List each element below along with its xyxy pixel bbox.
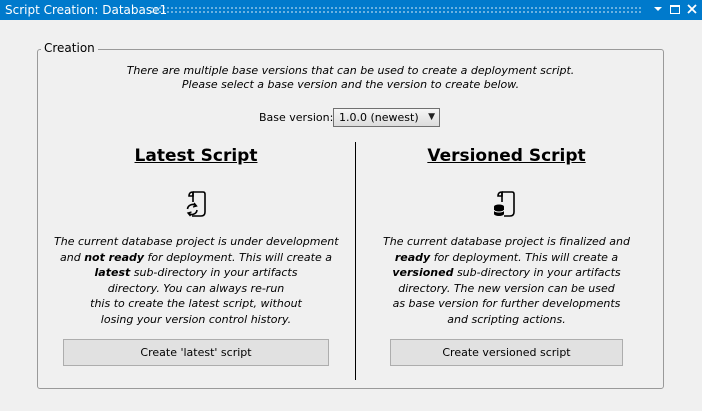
script-database-icon [492,189,518,219]
close-icon[interactable] [685,2,699,16]
latest-desc-line: and not ready for deployment. This will … [60,250,332,264]
dropdown-arrow-icon[interactable] [651,2,665,16]
versioned-script-heading: Versioned Script [427,146,586,166]
title-bar-grip [150,6,642,14]
latest-desc-line: The current database project is under de… [54,235,339,248]
latest-desc-line: this to create the latest script, withou… [90,297,302,310]
script-refresh-icon [183,189,209,219]
latest-desc-line: losing your version control history. [100,312,292,326]
chevron-down-icon: ▼ [428,112,435,122]
versioned-desc-line: and scripting actions. [447,312,566,326]
intro-line-2: Please select a base version and the ver… [181,78,520,91]
versioned-desc-line: versioned sub-directory in your artifact… [392,266,621,279]
base-version-label: Base version: [259,111,334,124]
versioned-desc-line: as base version for further developments [392,297,621,310]
maximize-icon[interactable] [668,2,682,16]
base-version-value: 1.0.0 (newest) [339,111,419,124]
latest-script-heading: Latest Script [134,146,258,166]
versioned-desc-line: directory. The new version can be used [398,281,615,295]
column-divider [355,142,356,380]
latest-desc-line: latest sub-directory in your artifacts [94,266,298,279]
latest-desc-line: directory. You can always re-run [107,281,285,295]
intro-line-1: There are multiple base versions that ca… [126,64,575,77]
versioned-desc-line: The current database project is finalize… [383,235,630,248]
base-version-select[interactable]: 1.0.0 (newest) ▼ [333,108,440,127]
versioned-desc-line: ready for deployment. This will create a [394,250,619,264]
latest-description: The current database project is under de… [54,234,339,327]
versioned-description: The current database project is finalize… [378,234,635,327]
create-versioned-script-button[interactable]: Create versioned script [390,339,623,366]
create-latest-script-button[interactable]: Create 'latest' script [63,339,329,366]
creation-groupbox [37,49,664,389]
groupbox-label: Creation [41,41,98,55]
window-title: Script Creation: Database1 [5,3,168,17]
title-bar[interactable]: Script Creation: Database1 [0,0,702,20]
